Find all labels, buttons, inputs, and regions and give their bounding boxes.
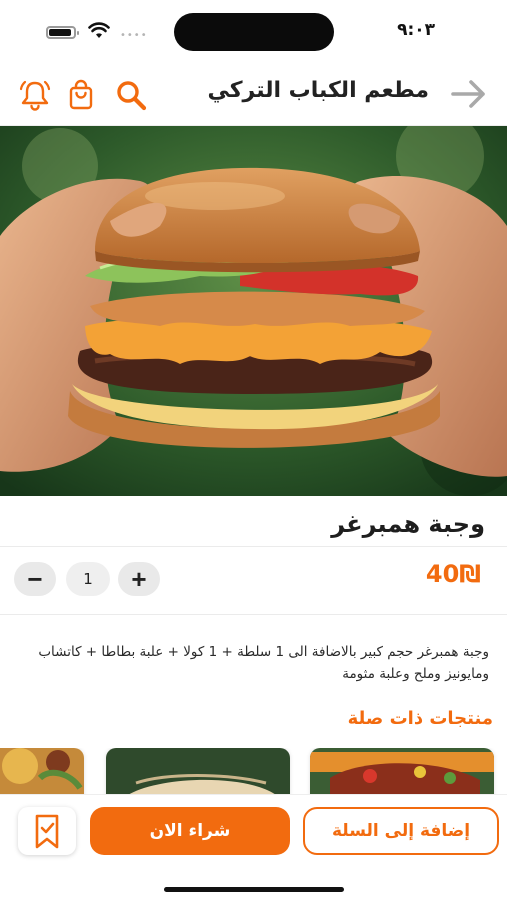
page-title: مطعم الكباب التركي xyxy=(207,78,429,103)
product-price: 40₪ xyxy=(425,560,481,588)
status-time: ٩:٠٣ xyxy=(397,20,435,40)
signal-icon: •••• xyxy=(120,30,148,41)
back-arrow-icon[interactable] xyxy=(449,78,489,110)
bookmark-button[interactable] xyxy=(18,807,76,855)
related-item[interactable] xyxy=(106,748,290,794)
app-header: مطعم الكباب التركي xyxy=(0,64,507,126)
home-indicator xyxy=(164,887,344,892)
product-description: وجبة همبرغر حجم كبير بالاضافة الى 1 سلطة… xyxy=(38,644,489,682)
burger-photo xyxy=(0,126,507,496)
food-photo xyxy=(106,748,290,794)
shopping-bag-icon[interactable] xyxy=(64,78,98,112)
dynamic-island xyxy=(174,13,334,51)
quantity-increase-button[interactable]: + xyxy=(118,562,160,596)
related-item[interactable] xyxy=(310,748,494,794)
food-photo xyxy=(310,748,494,794)
add-to-cart-button[interactable]: إضافة إلى السلة xyxy=(303,807,499,855)
quantity-value: 1 xyxy=(66,562,110,596)
product-image xyxy=(0,126,507,496)
related-item[interactable] xyxy=(0,748,84,794)
quantity-decrease-button[interactable]: − xyxy=(14,562,56,596)
divider xyxy=(0,614,507,615)
food-photo xyxy=(0,748,84,794)
divider xyxy=(0,546,507,547)
bottom-action-bar: إضافة إلى السلة شراء الان xyxy=(0,794,507,900)
buy-now-button[interactable]: شراء الان xyxy=(90,807,290,855)
product-title: وجبة همبرغر xyxy=(331,510,485,538)
related-products-list[interactable] xyxy=(0,748,507,794)
related-products-title: منتجات ذات صلة xyxy=(347,708,493,729)
status-bar: •••• ٩:٠٣ xyxy=(0,0,507,64)
wifi-icon xyxy=(88,22,110,38)
bookmark-icon xyxy=(35,814,59,849)
battery-icon xyxy=(46,26,79,39)
bell-icon[interactable] xyxy=(18,78,52,112)
search-icon[interactable] xyxy=(114,78,148,112)
